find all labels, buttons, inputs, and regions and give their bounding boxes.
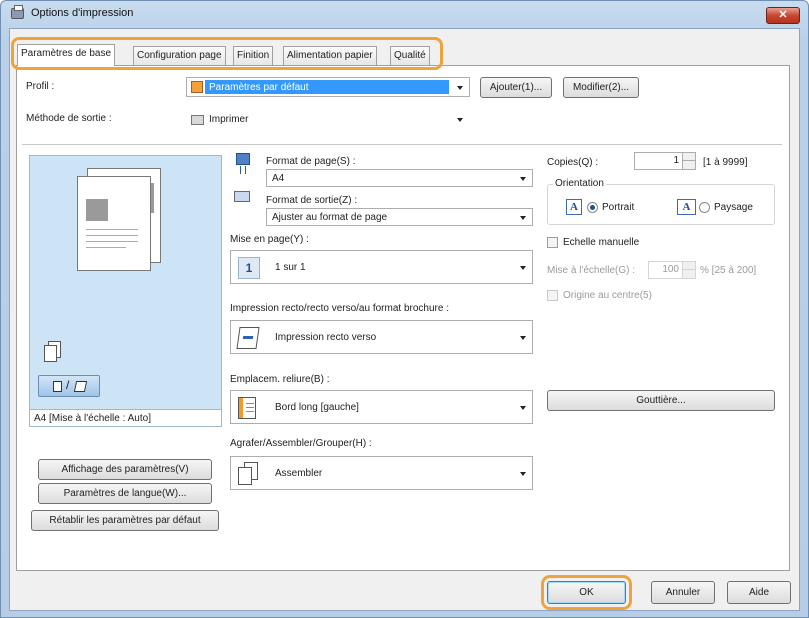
layout-icon: 1 (238, 257, 260, 279)
landscape-radio[interactable] (699, 202, 710, 213)
manual-scale-checkbox[interactable] (547, 237, 558, 248)
separator (22, 145, 782, 146)
layout-select[interactable]: 1 1 sur 1 (230, 250, 533, 284)
add-profile-button[interactable]: Ajouter(1)... (480, 77, 552, 98)
tab-finishing[interactable]: Finition (233, 46, 274, 65)
scale-range: % [25 à 200] (700, 265, 757, 276)
preview-page-front (77, 176, 151, 271)
portrait-label[interactable]: Portrait (602, 202, 634, 213)
language-settings-button[interactable]: Paramètres de langue(W)... (38, 483, 212, 504)
increment-icon[interactable] (682, 153, 695, 161)
copies-stepper[interactable]: 1 (634, 152, 696, 170)
page-size-label: Format de page(S) : (266, 156, 356, 167)
increment-icon[interactable] (682, 262, 695, 270)
output-size-select[interactable]: Ajuster au format de page (266, 208, 533, 226)
center-origin-checkbox[interactable] (547, 290, 558, 301)
title-bar[interactable]: Options d'impression ✕ (1, 1, 808, 27)
portrait-icon: A (566, 199, 582, 215)
tab-paper-source[interactable]: Alimentation papier (283, 46, 377, 65)
preview-toggle-button[interactable]: / (38, 375, 100, 397)
gutter-button[interactable]: Gouttière... (547, 390, 775, 411)
cancel-button[interactable]: Annuler (651, 581, 715, 604)
window-title: Options d'impression (31, 7, 134, 19)
scale-stepper[interactable]: 100 (648, 261, 696, 279)
profile-icon (191, 81, 203, 93)
chevron-down-icon (457, 86, 463, 90)
decrement-icon[interactable] (682, 161, 695, 169)
show-settings-button[interactable]: Affichage des paramètres(V) (38, 459, 212, 480)
printer-icon (11, 5, 24, 19)
center-origin-label[interactable]: Origine au centre(5) (563, 290, 652, 301)
help-button[interactable]: Aide (727, 581, 791, 604)
tab-basic-settings[interactable]: Paramètres de base (17, 44, 116, 66)
chevron-down-icon (520, 406, 526, 410)
copies-range: [1 à 9999] (703, 157, 748, 168)
duplex-pages-icon (44, 341, 62, 363)
preview-caption: A4 [Mise à l'échelle : Auto] (29, 410, 222, 427)
output-method-select[interactable]: Imprimer (186, 109, 470, 129)
scale-label: Mise à l'échelle(G) : (547, 265, 636, 276)
duplex-label: Impression recto/recto verso/au format b… (230, 303, 449, 314)
output-size-icon (234, 191, 250, 202)
chevron-down-icon (457, 118, 463, 122)
orientation-label: Orientation (553, 178, 606, 189)
staple-label: Agrafer/Assembler/Grouper(H) : (230, 438, 372, 449)
manual-scale-label[interactable]: Echelle manuelle (563, 237, 639, 248)
decrement-icon[interactable] (682, 270, 695, 278)
collate-icon (238, 462, 260, 486)
layout-label: Mise en page(Y) : (230, 234, 309, 245)
printer-icon (191, 115, 204, 125)
edit-profile-button[interactable]: Modifier(2)... (563, 77, 639, 98)
ok-button[interactable]: OK (547, 581, 626, 604)
output-method-label: Méthode de sortie : (26, 113, 112, 124)
profile-label: Profil : (26, 81, 55, 92)
duplex-select[interactable]: Impression recto verso (230, 320, 533, 354)
portrait-radio[interactable] (587, 202, 598, 213)
page-size-select[interactable]: A4 (266, 169, 533, 187)
page-size-icon (236, 153, 250, 165)
close-button[interactable]: ✕ (766, 7, 800, 24)
binding-select[interactable]: Bord long [gauche] (230, 390, 533, 424)
staple-select[interactable]: Assembler (230, 456, 533, 490)
landscape-label[interactable]: Paysage (714, 202, 753, 213)
chevron-down-icon (520, 336, 526, 340)
chevron-down-icon (520, 216, 526, 220)
chevron-down-icon (520, 472, 526, 476)
restore-defaults-button[interactable]: Rétablir les paramètres par défaut (31, 510, 219, 531)
tab-quality[interactable]: Qualité (390, 46, 430, 65)
profile-select[interactable]: Paramètres par défaut (186, 77, 470, 97)
landscape-icon: A (677, 199, 696, 215)
chevron-down-icon (520, 266, 526, 270)
binding-label: Emplacem. reliure(B) : (230, 374, 330, 385)
copies-label: Copies(Q) : (547, 157, 599, 168)
tab-page-setup[interactable]: Configuration page (133, 46, 226, 65)
binding-icon (238, 397, 256, 419)
duplex-icon (236, 327, 260, 349)
chevron-down-icon (520, 177, 526, 181)
arrow-icon (240, 166, 246, 174)
output-size-label: Format de sortie(Z) : (266, 195, 358, 206)
